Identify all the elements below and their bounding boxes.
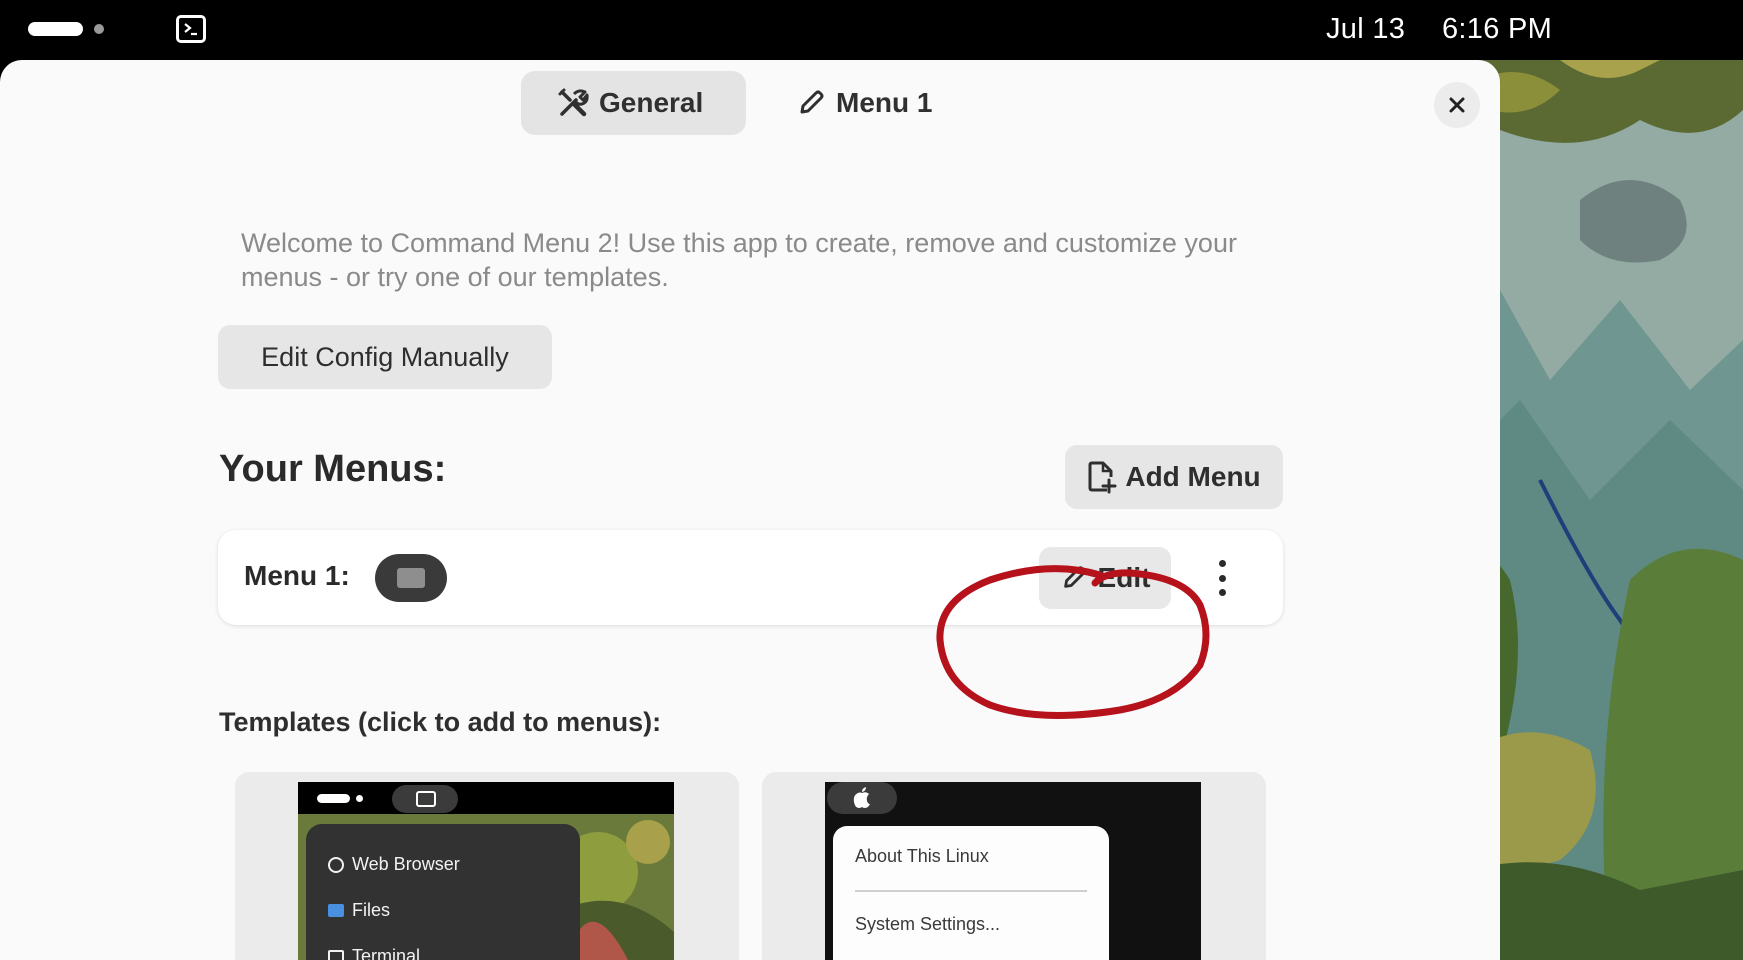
clock-time[interactable]: 6:16 PM bbox=[1442, 13, 1552, 46]
template-item: System Settings... bbox=[855, 914, 1001, 934]
tab-menu-1-label: Menu 1 bbox=[836, 87, 933, 118]
your-menus-heading: Your Menus: bbox=[219, 448, 447, 490]
menu-separator bbox=[855, 890, 1087, 892]
workspace-indicator-dot[interactable] bbox=[94, 24, 104, 34]
terminal-icon[interactable] bbox=[176, 15, 206, 43]
template-item: About This Linux bbox=[855, 846, 989, 866]
add-document-icon bbox=[1088, 461, 1117, 494]
template-card-apple-menu[interactable]: About This Linux System Settings... bbox=[762, 772, 1266, 960]
edit-menu-button[interactable]: Edit bbox=[1039, 547, 1171, 609]
template-preview: Web Browser Files Terminal bbox=[298, 782, 674, 960]
tab-menu-1[interactable]: Menu 1 bbox=[792, 71, 952, 135]
template-menu-popup: About This Linux System Settings... bbox=[833, 826, 1109, 960]
close-button[interactable] bbox=[1434, 82, 1480, 128]
more-options-icon[interactable] bbox=[1210, 558, 1234, 598]
template-topbar bbox=[298, 782, 674, 814]
template-item: Web Browser bbox=[328, 854, 460, 875]
template-item: Terminal bbox=[328, 946, 420, 960]
terminal-icon bbox=[328, 949, 344, 960]
menu-preview-icon bbox=[397, 568, 425, 588]
apple-icon bbox=[853, 787, 870, 808]
command-menu-window: General Menu 1 Welcome to Command Menu 2… bbox=[0, 60, 1500, 960]
pencil-icon bbox=[1063, 566, 1086, 588]
add-menu-button[interactable]: Add Menu bbox=[1065, 445, 1283, 509]
add-menu-label: Add Menu bbox=[1125, 461, 1261, 492]
folder-icon bbox=[328, 904, 344, 917]
edit-menu-label: Edit bbox=[1097, 562, 1151, 593]
close-icon bbox=[1449, 97, 1465, 113]
templates-heading: Templates (click to add to menus): bbox=[219, 707, 662, 737]
apple-menu-button bbox=[827, 782, 897, 814]
system-top-bar: Jul 13 6:16 PM bbox=[0, 0, 1743, 60]
pencil-icon bbox=[800, 90, 824, 114]
template-menu-popup: Web Browser Files Terminal bbox=[306, 824, 580, 960]
menu-icon-preview[interactable] bbox=[375, 554, 447, 602]
tab-general[interactable]: General bbox=[521, 71, 746, 135]
template-card-dock[interactable]: Web Browser Files Terminal bbox=[235, 772, 739, 960]
workspace-indicator-active[interactable] bbox=[28, 22, 83, 36]
globe-icon bbox=[328, 856, 344, 873]
edit-config-button[interactable]: Edit Config Manually bbox=[218, 325, 552, 389]
menu-row: Menu 1: Edit bbox=[218, 530, 1283, 625]
clock-date[interactable]: Jul 13 bbox=[1326, 13, 1405, 46]
tab-general-label: General bbox=[599, 87, 704, 118]
welcome-text: Welcome to Command Menu 2! Use this app … bbox=[241, 228, 1237, 292]
template-preview: About This Linux System Settings... bbox=[825, 782, 1201, 960]
tools-icon bbox=[558, 88, 589, 117]
terminal-icon bbox=[416, 791, 436, 807]
template-item: Files bbox=[328, 900, 390, 921]
menu-row-label: Menu 1: bbox=[244, 560, 350, 591]
